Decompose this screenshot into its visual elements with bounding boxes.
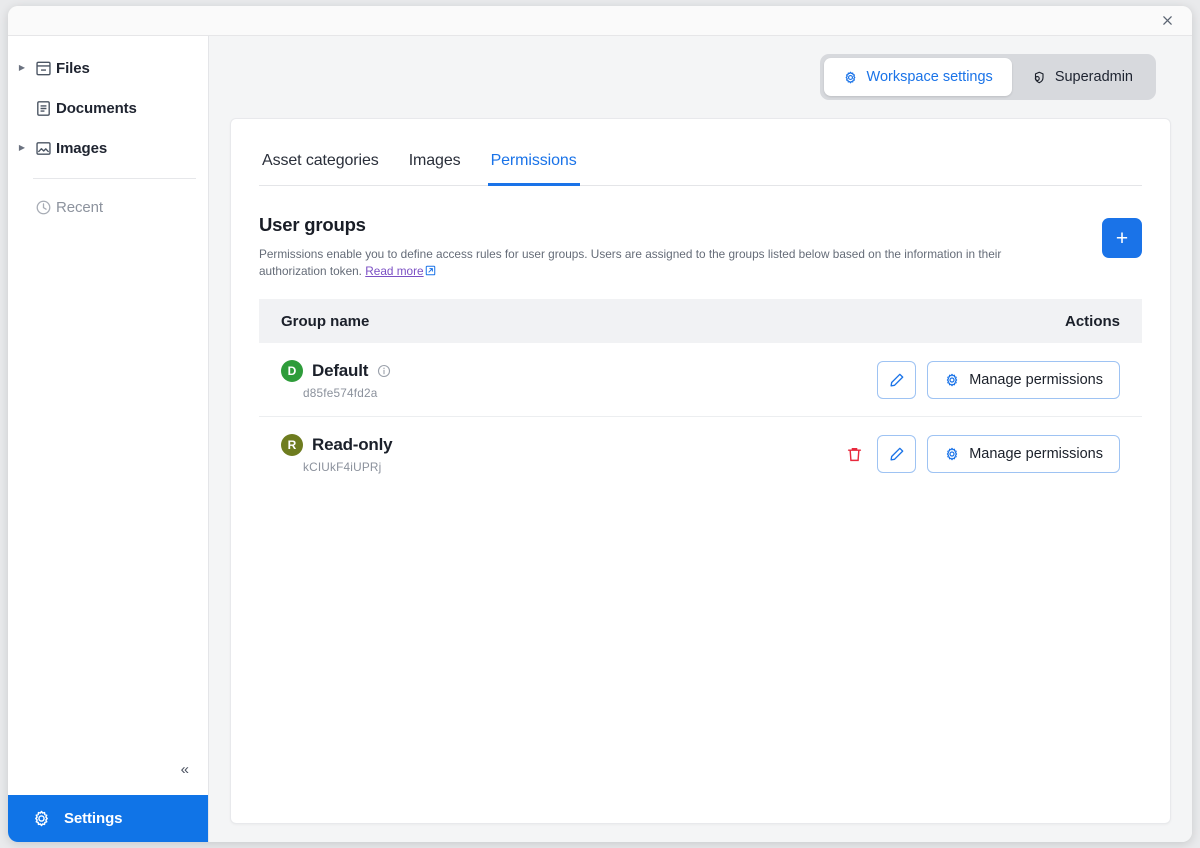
edit-group-button[interactable] xyxy=(877,360,917,399)
delete-group-button[interactable] xyxy=(842,441,866,467)
gear-icon xyxy=(944,372,960,388)
add-user-group-button[interactable]: + xyxy=(1102,218,1142,258)
tab-label: Permissions xyxy=(490,152,577,169)
sidebar-item-label: Recent xyxy=(56,198,103,216)
shield-key-icon xyxy=(1031,70,1046,85)
table-header-row: Group name Actions xyxy=(259,299,1142,344)
tab-asset-categories[interactable]: Asset categories xyxy=(259,152,382,186)
group-name-line: D Default xyxy=(281,359,877,382)
tab-label: Images xyxy=(408,152,461,169)
group-id: d85fe574fd2a xyxy=(303,385,378,400)
trash-icon xyxy=(846,446,863,463)
sidebar-nav-list: ▶ Files ▶ xyxy=(8,36,208,227)
info-icon[interactable] xyxy=(377,364,391,378)
section-header-text: User groups Permissions enable you to de… xyxy=(259,214,1102,281)
user-groups-table: Group name Actions D Default d85fe574fd2… xyxy=(259,299,1142,491)
collapse-sidebar-button[interactable]: « xyxy=(178,760,192,779)
manage-permissions-label: Manage permissions xyxy=(969,371,1103,388)
close-icon[interactable] xyxy=(1156,10,1178,32)
cell-actions: Manage permissions xyxy=(842,435,1120,474)
settings-tabs: Asset categories Images Permissions xyxy=(259,119,1142,186)
table-row: R Read-only kCIUkF4iUPRj Manage permissi… xyxy=(259,417,1142,491)
avatar: D xyxy=(281,359,303,382)
settings-card: Asset categories Images Permissions User… xyxy=(230,118,1171,824)
edit-group-button[interactable] xyxy=(877,435,917,474)
column-header-group-name: Group name xyxy=(281,312,370,330)
tab-superadmin[interactable]: Superadmin xyxy=(1012,58,1152,96)
tab-label: Asset categories xyxy=(262,152,379,169)
sidebar-item-documents[interactable]: ▶ Documents xyxy=(8,88,208,128)
sidebar-item-files[interactable]: ▶ Files xyxy=(8,48,208,88)
app-window: ▶ Files ▶ xyxy=(8,6,1192,842)
chevron-right-icon[interactable]: ▶ xyxy=(14,64,30,72)
group-name: Read-only xyxy=(312,435,393,455)
documents-icon xyxy=(30,99,56,118)
images-icon xyxy=(30,139,56,158)
manage-permissions-button[interactable]: Manage permissions xyxy=(927,360,1120,399)
sidebar-settings-button[interactable]: Settings xyxy=(8,795,208,842)
pencil-icon xyxy=(889,446,905,462)
sidebar-divider xyxy=(33,178,196,179)
read-more-link[interactable]: Read more xyxy=(365,264,423,278)
body-row: ▶ Files ▶ xyxy=(8,36,1192,842)
tab-images[interactable]: Images xyxy=(406,152,464,186)
manage-permissions-button[interactable]: Manage permissions xyxy=(927,435,1120,474)
sidebar-item-recent[interactable]: ▶ Recent xyxy=(8,187,208,227)
main-content: Workspace settings Superadmin Asset cate… xyxy=(209,36,1192,842)
workspace-scope-switcher: Workspace settings Superadmin xyxy=(819,54,1156,100)
group-id: kCIUkF4iUPRj xyxy=(303,460,382,475)
sidebar: ▶ Files ▶ xyxy=(8,36,209,842)
files-icon xyxy=(30,59,56,78)
cell-actions: Manage permissions xyxy=(877,360,1120,399)
tab-permissions[interactable]: Permissions xyxy=(487,152,580,186)
column-header-actions: Actions xyxy=(1064,312,1120,330)
section-header: User groups Permissions enable you to de… xyxy=(259,186,1142,281)
cell-group-name: R Read-only kCIUkF4iUPRj xyxy=(281,434,842,474)
sidebar-item-images[interactable]: ▶ Images xyxy=(8,128,208,168)
cell-group-name: D Default d85fe574fd2a xyxy=(281,359,877,400)
tab-workspace-settings[interactable]: Workspace settings xyxy=(823,58,1012,96)
table-row: D Default d85fe574fd2a Manage permission… xyxy=(259,343,1142,418)
external-link-icon[interactable] xyxy=(425,264,436,281)
chevron-right-icon[interactable]: ▶ xyxy=(14,144,30,152)
page-title: User groups xyxy=(259,214,366,235)
title-bar xyxy=(8,6,1192,36)
group-name: Default xyxy=(312,360,369,380)
group-name-line: R Read-only xyxy=(281,434,842,457)
gear-icon xyxy=(32,809,51,828)
sidebar-item-label: Documents xyxy=(56,99,137,117)
sidebar-collapse-row: « xyxy=(8,760,208,795)
main-header: Workspace settings Superadmin xyxy=(230,36,1171,118)
manage-permissions-label: Manage permissions xyxy=(969,446,1103,463)
section-description: Permissions enable you to define access … xyxy=(259,246,1029,281)
tab-label: Superadmin xyxy=(1054,69,1133,85)
clock-icon xyxy=(30,198,56,217)
gear-icon xyxy=(843,70,858,85)
pencil-icon xyxy=(889,372,905,388)
settings-label: Settings xyxy=(64,810,123,827)
tab-label: Workspace settings xyxy=(866,69,993,85)
avatar: R xyxy=(281,434,303,457)
sidebar-item-label: Images xyxy=(56,139,108,157)
sidebar-item-label: Files xyxy=(56,59,90,77)
gear-icon xyxy=(944,446,960,462)
